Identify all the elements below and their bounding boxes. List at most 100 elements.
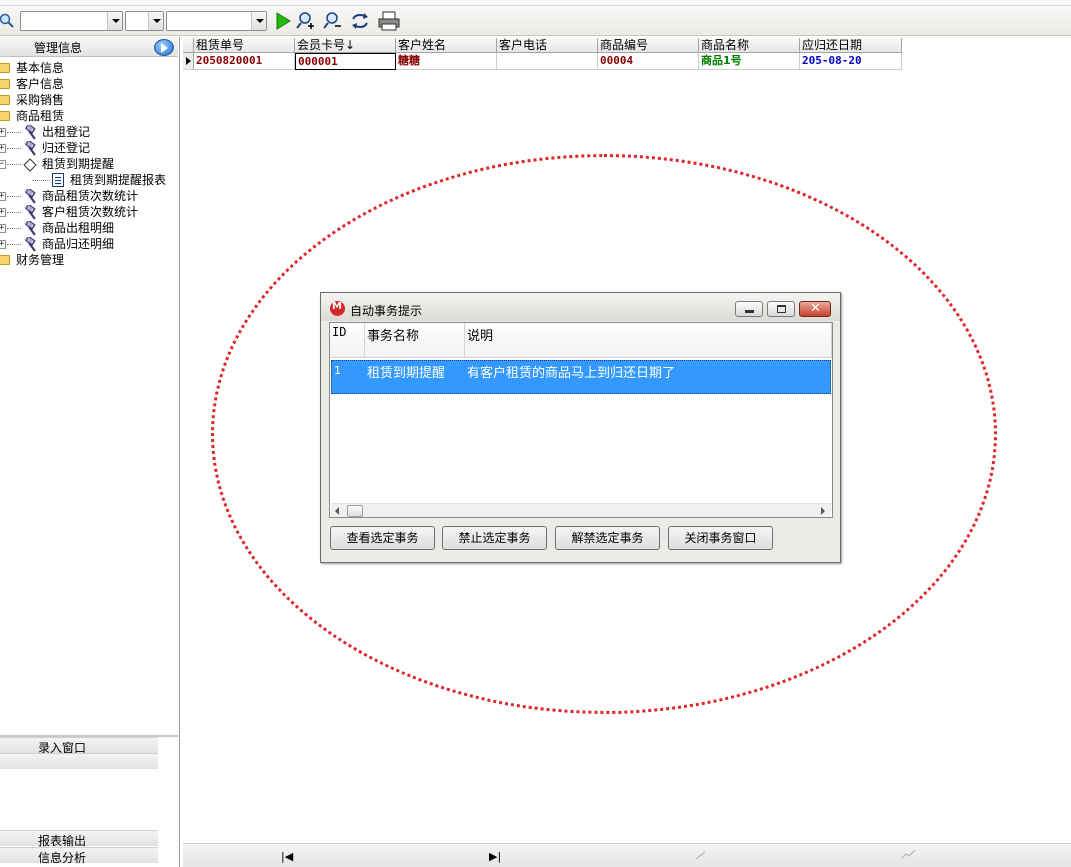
section-report-output[interactable]: 报表输出 — [0, 830, 158, 848]
list-column-header[interactable]: 事务名称 — [365, 323, 465, 358]
tree-item-return-register[interactable]: + 归还登记 — [0, 140, 180, 156]
report-icon — [52, 173, 64, 187]
chevron-down-icon[interactable] — [251, 12, 266, 30]
tree-item-label: 归还登记 — [42, 141, 91, 155]
minimize-button[interactable] — [735, 301, 763, 317]
tree-item-product-return-detail[interactable]: + 商品归还明细 — [0, 236, 180, 252]
folder-icon — [0, 111, 10, 121]
disable-selected-task-button[interactable]: 禁止选定事务 — [442, 526, 547, 550]
auto-task-dialog: 自动事务提示 ✕ ID 事务名称 说明 1 租赁到期提醒 有客户租赁的商品马上到… — [320, 292, 841, 563]
close-button[interactable]: ✕ — [799, 301, 831, 317]
left-panel-header: 管理信息 — [0, 37, 178, 57]
filter-combo-1[interactable] — [20, 11, 123, 31]
folder-icon — [0, 255, 10, 265]
hammer-icon — [24, 237, 36, 252]
zoom-in-icon[interactable] — [296, 11, 316, 31]
tree-item-label: 财务管理 — [16, 253, 65, 267]
tree-item-label: 商品出租明细 — [42, 221, 115, 235]
section-info-analysis[interactable]: 信息分析 — [0, 847, 158, 865]
close-task-window-button[interactable]: 关闭事务窗口 — [668, 526, 773, 550]
column-header[interactable]: 应归还日期 — [800, 38, 902, 53]
chevron-down-icon[interactable] — [148, 12, 163, 30]
expand-icon[interactable]: + — [0, 208, 6, 217]
tree-connector — [7, 132, 21, 133]
dialog-title: 自动事务提示 — [350, 304, 423, 318]
filter-combo-2[interactable] — [125, 11, 164, 31]
section-input-window[interactable]: 录入窗口 — [0, 737, 158, 755]
expand-icon[interactable]: + — [0, 240, 6, 249]
horizontal-scrollbar[interactable] — [331, 503, 831, 517]
expand-icon[interactable]: + — [0, 224, 6, 233]
last-record-button[interactable]: ▶| — [489, 850, 501, 863]
tree-connector — [7, 228, 21, 229]
table-cell[interactable] — [497, 53, 598, 70]
hammer-icon — [24, 205, 36, 220]
refresh-icon[interactable] — [350, 11, 370, 31]
list-column-header[interactable]: 说明 — [465, 323, 832, 358]
column-header[interactable]: 客户电话 — [497, 38, 598, 53]
expand-icon[interactable]: + — [0, 128, 6, 137]
tree-item-customer-rental-count[interactable]: + 客户租赁次数统计 — [0, 204, 180, 220]
table-cell[interactable]: 2050820001 — [194, 53, 295, 70]
rental-grid: 租赁单号 会员卡号↓ 客户姓名 客户电话 商品编号 商品名称 应归还日期 205… — [183, 38, 903, 72]
tree-item-label: 商品归还明细 — [42, 237, 115, 251]
section-input-window-body — [0, 753, 158, 769]
minimize-icon — [745, 310, 754, 313]
table-cell[interactable]: 商品1号 — [699, 53, 800, 70]
scroll-right-icon[interactable] — [821, 507, 825, 515]
collapse-icon[interactable]: − — [0, 160, 6, 169]
zoom-out-icon[interactable] — [323, 11, 343, 31]
record-navigator: |◀ ▶| — [183, 843, 1071, 867]
chevron-down-icon[interactable] — [107, 12, 122, 30]
toolbar — [0, 0, 1071, 36]
table-cell[interactable]: 00004 — [598, 53, 699, 70]
post-icon[interactable] — [901, 848, 917, 860]
close-icon: ✕ — [810, 301, 821, 316]
list-cell-desc: 有客户租赁的商品马上到归还日期了 — [467, 366, 676, 381]
hammer-icon — [23, 158, 37, 172]
list-cell-id: 1 — [334, 364, 341, 377]
expand-icon[interactable]: + — [0, 144, 6, 153]
tree-item-label: 租赁到期提醒 — [42, 157, 115, 171]
printer-icon[interactable] — [378, 11, 400, 31]
dialog-titlebar[interactable]: 自动事务提示 ✕ — [321, 293, 840, 321]
hammer-icon — [24, 125, 36, 140]
tree-item-label: 客户租赁次数统计 — [42, 205, 139, 219]
play-icon[interactable] — [274, 11, 294, 31]
tree-item-rental-due-reminder[interactable]: − 租赁到期提醒 — [0, 156, 180, 172]
folder-icon — [0, 63, 10, 73]
scroll-left-icon[interactable] — [335, 507, 339, 515]
scroll-thumb[interactable] — [347, 505, 363, 517]
tree-item-product-rental-count[interactable]: + 商品租赁次数统计 — [0, 188, 180, 204]
app-window: 管理信息 基本信息 客户信息 采购销售 商品租赁 + 出租登记 + 归还登记 −… — [0, 0, 1071, 867]
hammer-icon — [24, 221, 36, 236]
row-indicator-icon[interactable] — [183, 53, 194, 70]
column-header[interactable]: 客户姓名 — [396, 38, 497, 53]
column-header[interactable]: 商品编号 — [598, 38, 699, 53]
list-item[interactable]: 1 租赁到期提醒 有客户租赁的商品马上到归还日期了 — [331, 360, 831, 394]
tree-item-product-rent-detail[interactable]: + 商品出租明细 — [0, 220, 180, 236]
view-selected-task-button[interactable]: 查看选定事务 — [330, 526, 435, 550]
table-cell[interactable]: 000001 — [295, 53, 396, 70]
expand-icon[interactable]: + — [0, 192, 6, 201]
edit-icon[interactable] — [695, 850, 707, 860]
enable-selected-task-button[interactable]: 解禁选定事务 — [555, 526, 660, 550]
column-header[interactable]: 会员卡号↓ — [295, 38, 396, 53]
tree-connector — [7, 212, 21, 213]
maximize-button[interactable] — [767, 301, 795, 317]
list-column-header[interactable]: ID — [330, 323, 365, 358]
tree-item-label: 客户信息 — [16, 77, 65, 91]
tree-item-label: 租赁到期提醒报表 — [70, 173, 167, 187]
tree-item-rent-register[interactable]: + 出租登记 — [0, 124, 180, 140]
tree-item-rental-due-report[interactable]: 租赁到期提醒报表 — [0, 172, 180, 188]
table-cell[interactable]: 糖糖 — [396, 53, 497, 70]
filter-combo-3[interactable] — [166, 11, 267, 31]
table-cell[interactable]: 205-08-20 — [800, 53, 902, 70]
task-list: ID 事务名称 说明 1 租赁到期提醒 有客户租赁的商品马上到归还日期了 — [329, 322, 833, 518]
hammer-icon — [24, 141, 36, 156]
column-header[interactable]: 租赁单号 — [194, 38, 295, 53]
search-icon[interactable] — [0, 11, 14, 31]
collapse-panel-icon[interactable] — [154, 39, 174, 56]
first-record-button[interactable]: |◀ — [281, 850, 293, 863]
column-header[interactable]: 商品名称 — [699, 38, 800, 53]
